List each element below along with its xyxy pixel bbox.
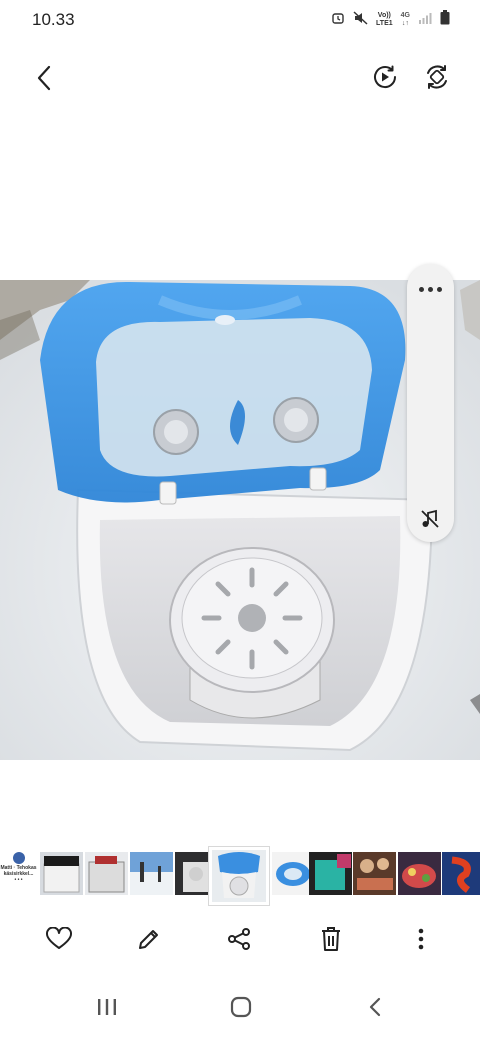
auto-rotate-icon [427,65,447,89]
pencil-icon [139,930,158,949]
share-icon [228,928,250,950]
network-indicator: 4G ↓↑ [401,12,410,28]
panel-more-button[interactable] [407,274,454,304]
thumbnail[interactable] [442,852,480,895]
thumbnail[interactable] [309,852,352,895]
more-dot [437,286,442,292]
motion-play-icon [374,65,397,89]
thumbnail-active[interactable] [208,846,270,906]
back-button[interactable] [26,60,62,96]
mute-icon [421,509,439,528]
battery-icon [440,10,450,30]
caption-dots: • • • [14,877,23,883]
thumbnail[interactable] [40,852,83,895]
status-icons: Vo)) LTE1 4G ↓↑ [331,10,450,30]
trash-icon [322,927,340,951]
more-dot [428,286,433,292]
recents-icon [98,999,116,1015]
network-arrows: ↓↑ [401,20,409,27]
action-bar [0,916,480,962]
thumbnail[interactable] [398,852,441,895]
viewer-top-bar [0,52,480,100]
motion-play-button[interactable] [368,60,402,94]
caption-text: Matti · Tehokas käsisirkkel... [0,865,37,877]
heart-icon [46,927,72,949]
side-panel [407,264,454,542]
mute-button[interactable] [415,504,445,534]
auto-rotate-button[interactable] [420,60,454,94]
recents-button[interactable] [90,992,124,1022]
signal-icon [418,11,432,29]
favorite-button[interactable] [44,924,74,954]
home-icon [230,996,252,1018]
lte-indicator: Vo)) LTE1 [376,12,393,28]
home-button[interactable] [224,992,258,1022]
thumbnail[interactable] [353,852,396,895]
thumbnail[interactable] [130,852,173,895]
edit-button[interactable] [134,924,164,954]
nav-back-button[interactable] [358,992,392,1022]
thumbnail-caption[interactable]: Matti · Tehokas käsisirkkel... • • • [0,852,37,895]
status-time: 10.33 [32,10,75,29]
more-options-button[interactable] [406,924,436,954]
more-vertical-icon [418,928,424,950]
lte-top-text: Vo)) [377,12,391,19]
lte-bottom-text: LTE1 [376,20,393,27]
mute-status-icon [353,10,368,30]
profile-icon [12,852,25,864]
share-button[interactable] [224,924,254,954]
back-icon [369,997,381,1017]
alarm-icon [331,11,345,30]
thumbnail-strip: Matti · Tehokas käsisirkkel... • • • [0,846,480,908]
chevron-left-icon [37,65,51,91]
delete-button[interactable] [316,924,346,954]
more-horizontal-icon [419,286,424,292]
network-text: 4G [400,12,410,19]
thumbnail[interactable] [85,852,128,895]
status-bar: 10.33 Vo)) LTE1 4G ↓↑ [0,0,480,40]
system-nav-bar [0,984,480,1030]
